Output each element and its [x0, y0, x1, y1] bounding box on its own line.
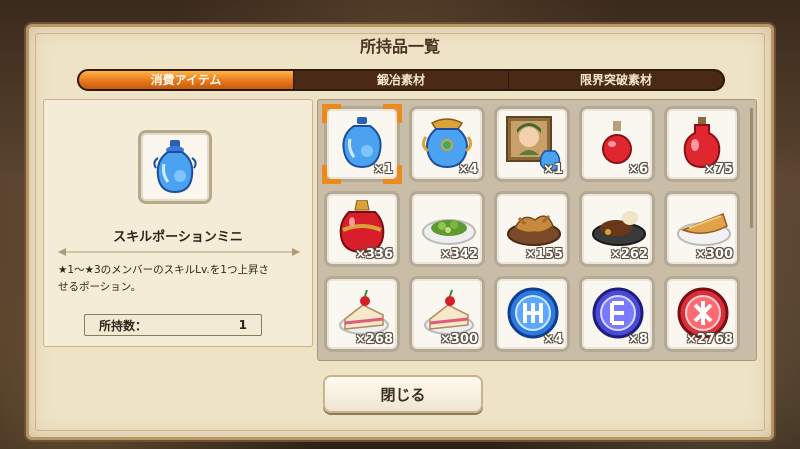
item-detail-pane: スキルポーションミニ ★1～★3のメンバーのスキルLv.を1つ上昇さ せるポーシ…	[43, 99, 313, 347]
description-line-1: ★1～★3のメンバーのスキルLv.を1つ上昇さ	[58, 264, 269, 276]
tab-smithing-materials[interactable]: 鍛冶素材	[293, 71, 508, 89]
item-quantity: ×4	[543, 332, 563, 347]
item-slot[interactable]: ×268	[324, 276, 400, 352]
item-quantity: ×262	[609, 247, 648, 262]
item-slot[interactable]: ×8	[579, 276, 655, 352]
item-slot[interactable]: ×1	[494, 106, 570, 182]
tab-bar: 消費アイテム 鍛冶素材 限界突破素材	[77, 69, 725, 91]
salad-dish-icon	[422, 219, 476, 245]
skill-potion-mini-icon	[138, 130, 212, 204]
item-slot[interactable]: ×262	[579, 191, 655, 267]
item-description: ★1～★3のメンバーのスキルLv.を1つ上昇さ せるポーション。	[58, 262, 300, 296]
item-quantity: ×6	[628, 162, 648, 177]
grid-scrollbar[interactable]	[750, 108, 753, 228]
owned-count-value: 1	[238, 318, 247, 332]
item-name: スキルポーションミニ	[113, 230, 243, 245]
ornament-divider	[58, 248, 300, 256]
owned-count: 所持数： 1	[84, 314, 262, 336]
item-slot[interactable]: ×300	[664, 191, 740, 267]
item-grid: ×1 ×4 ×1 ×6 ×75 ×336 ×342 ×155 ×262 ×300…	[322, 104, 740, 352]
item-quantity: ×336	[354, 247, 393, 262]
item-quantity: ×8	[628, 332, 648, 347]
item-slot[interactable]: ×75	[664, 106, 740, 182]
item-quantity: ×268	[354, 332, 393, 347]
item-quantity: ×4	[458, 162, 478, 177]
tab-consumables[interactable]: 消費アイテム	[79, 71, 293, 89]
tab-limit-break-materials[interactable]: 限界突破素材	[508, 71, 723, 89]
item-slot[interactable]: ×6	[579, 106, 655, 182]
cake-slice-icon	[424, 289, 474, 335]
item-slot[interactable]: ×300	[409, 276, 485, 352]
steak-dish-icon	[592, 211, 646, 246]
item-quantity: ×1	[373, 162, 393, 177]
panel-title: 所持品一覧	[359, 37, 440, 56]
inventory-panel: 所持品一覧 消費アイテム 鍛冶素材 限界突破素材 スキルポーションミニ ★1～★…	[26, 24, 774, 440]
item-quantity: ×2768	[685, 332, 733, 347]
close-button[interactable]: 閉じる	[323, 375, 483, 413]
item-slot[interactable]: ×342	[409, 191, 485, 267]
item-slot[interactable]: ×4	[494, 276, 570, 352]
item-slot[interactable]: ×155	[494, 191, 570, 267]
pie-dish-icon	[677, 213, 731, 246]
item-grid-pane: ×1 ×4 ×1 ×6 ×75 ×336 ×342 ×155 ×262 ×300…	[317, 99, 757, 361]
item-slot[interactable]: ×336	[324, 191, 400, 267]
item-slot[interactable]: ×2768	[664, 276, 740, 352]
item-quantity: ×300	[694, 247, 733, 262]
item-quantity: ×300	[439, 332, 478, 347]
item-quantity: ×75	[704, 162, 733, 177]
description-line-2: せるポーション。	[58, 281, 142, 293]
item-quantity: ×1	[543, 162, 563, 177]
item-quantity: ×155	[524, 247, 563, 262]
item-slot[interactable]: ×1	[322, 104, 402, 184]
owned-count-label: 所持数：	[99, 318, 148, 333]
fried-dish-icon	[507, 214, 561, 246]
item-quantity: ×342	[439, 247, 478, 262]
cake-slice-icon	[339, 289, 389, 335]
item-slot[interactable]: ×4	[409, 106, 485, 182]
